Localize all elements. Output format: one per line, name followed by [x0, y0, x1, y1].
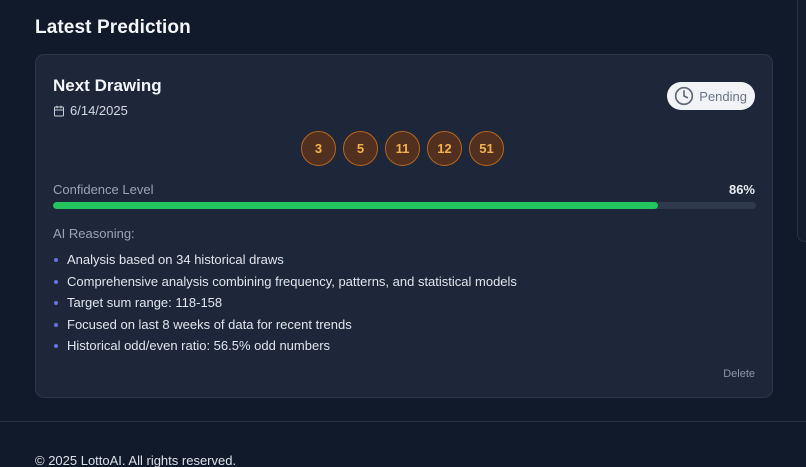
number-ball: 3 [301, 131, 336, 166]
card-title: Next Drawing [53, 76, 162, 95]
reasoning-item: Target sum range: 118-158 [53, 292, 517, 314]
delete-button[interactable]: Delete [723, 368, 755, 380]
number-ball: 11 [385, 131, 420, 166]
reasoning-item: Focused on last 8 weeks of data for rece… [53, 314, 517, 336]
clock-icon [674, 86, 694, 106]
footer-copyright: © 2025 LottoAI. All rights reserved. [35, 453, 237, 467]
confidence-value: 86% [728, 182, 755, 197]
confidence-progress-fill [53, 202, 658, 209]
number-ball: 5 [343, 131, 378, 166]
drawing-date: 6/14/2025 [53, 103, 128, 118]
calendar-icon [53, 105, 65, 117]
status-text: Pending [699, 88, 747, 104]
reasoning-label: AI Reasoning: [53, 226, 135, 241]
confidence-label: Confidence Level [53, 182, 154, 197]
reasoning-list: Analysis based on 34 historical draws Co… [53, 249, 517, 357]
page: Latest Prediction Next Drawing 6/14/2025 [0, 0, 806, 467]
reasoning-item: Analysis based on 34 historical draws [53, 249, 517, 271]
reasoning-item: Historical odd/even ratio: 56.5% odd num… [53, 335, 517, 357]
scrollbar[interactable] [797, 0, 806, 242]
number-ball: 51 [469, 131, 504, 166]
predicted-numbers: 3 5 11 12 51 [301, 131, 504, 166]
reasoning-item: Comprehensive analysis combining frequen… [53, 271, 517, 293]
drawing-date-text: 6/14/2025 [70, 103, 128, 118]
confidence-progress-bar [53, 202, 756, 209]
footer-divider [0, 421, 806, 422]
status-badge: Pending [667, 82, 755, 110]
section-title: Latest Prediction [35, 17, 191, 38]
number-ball: 12 [427, 131, 462, 166]
prediction-card: Next Drawing 6/14/2025 Pending 3 5 11 12… [35, 54, 773, 398]
